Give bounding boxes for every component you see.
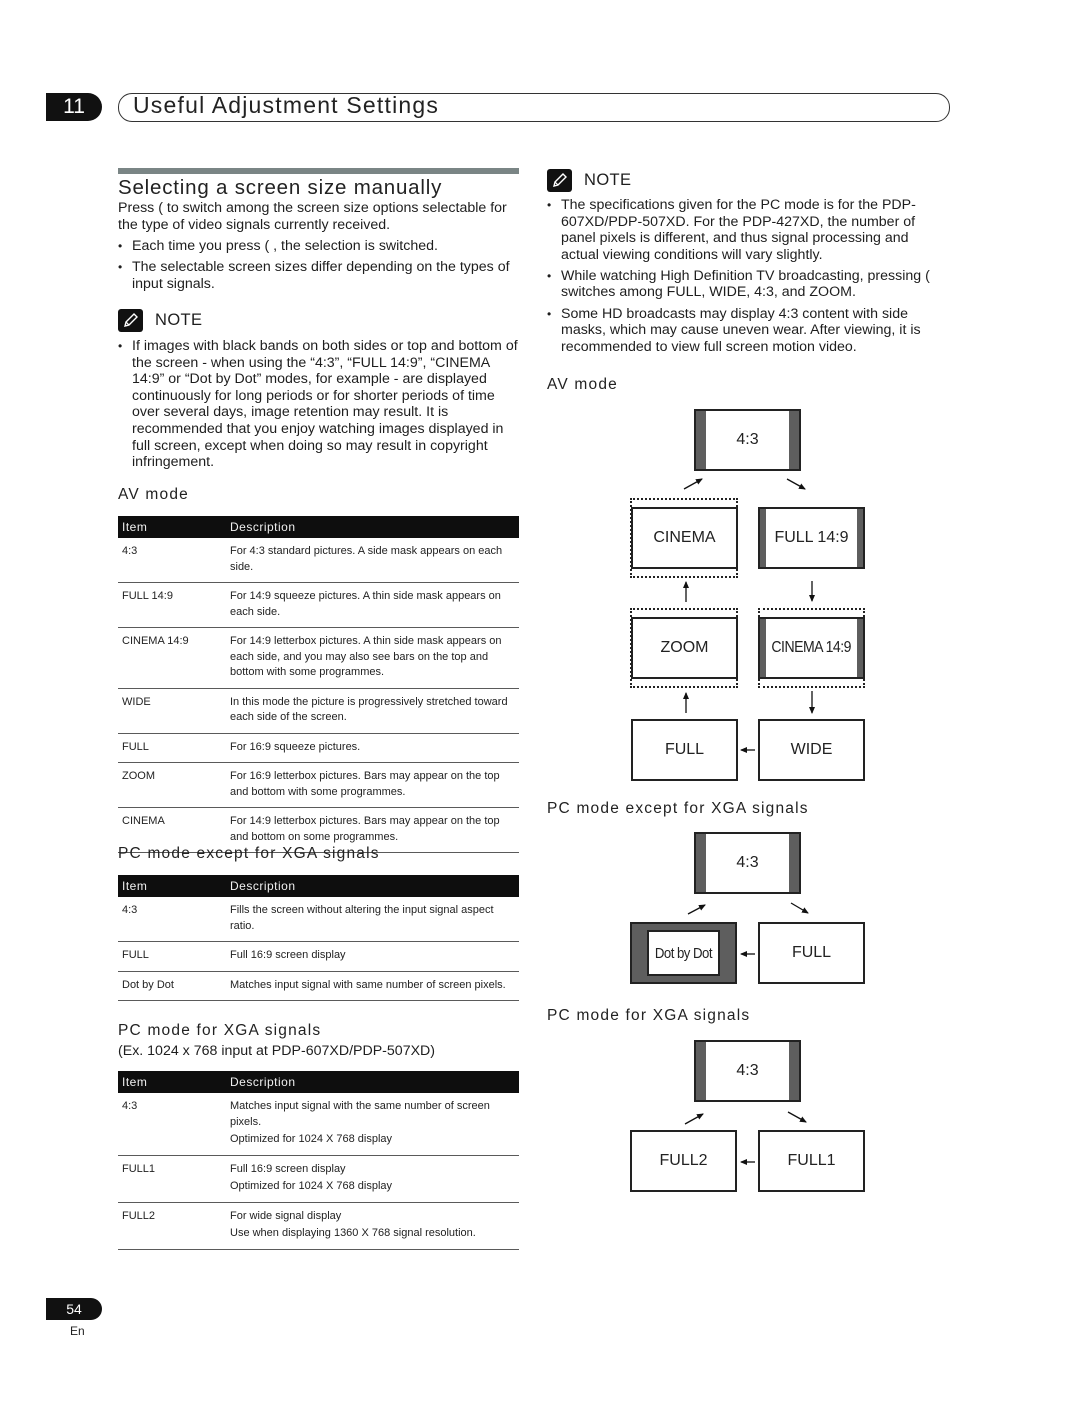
mode-label: FULL2 bbox=[659, 1152, 708, 1169]
arrow-dot-by-dot-to-4-3 bbox=[687, 904, 706, 915]
side-mask bbox=[789, 1042, 799, 1100]
side-mask bbox=[789, 834, 799, 892]
language-label: En bbox=[70, 1324, 85, 1338]
diagram-arrows bbox=[683, 478, 815, 1165]
arrow-4-3-to-full-14-9 bbox=[786, 478, 806, 490]
mode-label: FULL bbox=[791, 944, 832, 961]
mode-screen-full2: FULL2 bbox=[630, 1130, 737, 1192]
arrow-4-3-to-full1 bbox=[787, 1111, 807, 1123]
page-number-badge: 54 bbox=[46, 1298, 102, 1320]
mode-screen-4-3: 4:3 bbox=[694, 832, 801, 894]
mode-screen-dot-by-dot: Dot by Dot bbox=[630, 922, 737, 984]
side-mask bbox=[696, 834, 706, 892]
mode-label: 4:3 bbox=[736, 854, 759, 871]
arrow-cinema-to-4-3 bbox=[683, 478, 703, 490]
arrow-4-3-to-full bbox=[790, 902, 809, 914]
pc-diagram-heading: PC mode except for XGA signals bbox=[547, 800, 809, 817]
mode-label: Dot by Dot bbox=[654, 944, 713, 962]
dot-by-dot-inner: Dot by Dot bbox=[647, 930, 720, 976]
xga-diagram-heading: PC mode for XGA signals bbox=[547, 1007, 751, 1024]
side-mask bbox=[696, 1042, 706, 1100]
mode-label: FULL1 bbox=[787, 1152, 836, 1169]
mode-screen-4-3: 4:3 bbox=[694, 1040, 801, 1102]
mode-screen-full1: FULL1 bbox=[758, 1130, 865, 1192]
mode-label: 4:3 bbox=[736, 1062, 759, 1079]
mode-screen-full: FULL bbox=[758, 922, 865, 984]
arrow-full2-to-4-3 bbox=[684, 1113, 704, 1125]
